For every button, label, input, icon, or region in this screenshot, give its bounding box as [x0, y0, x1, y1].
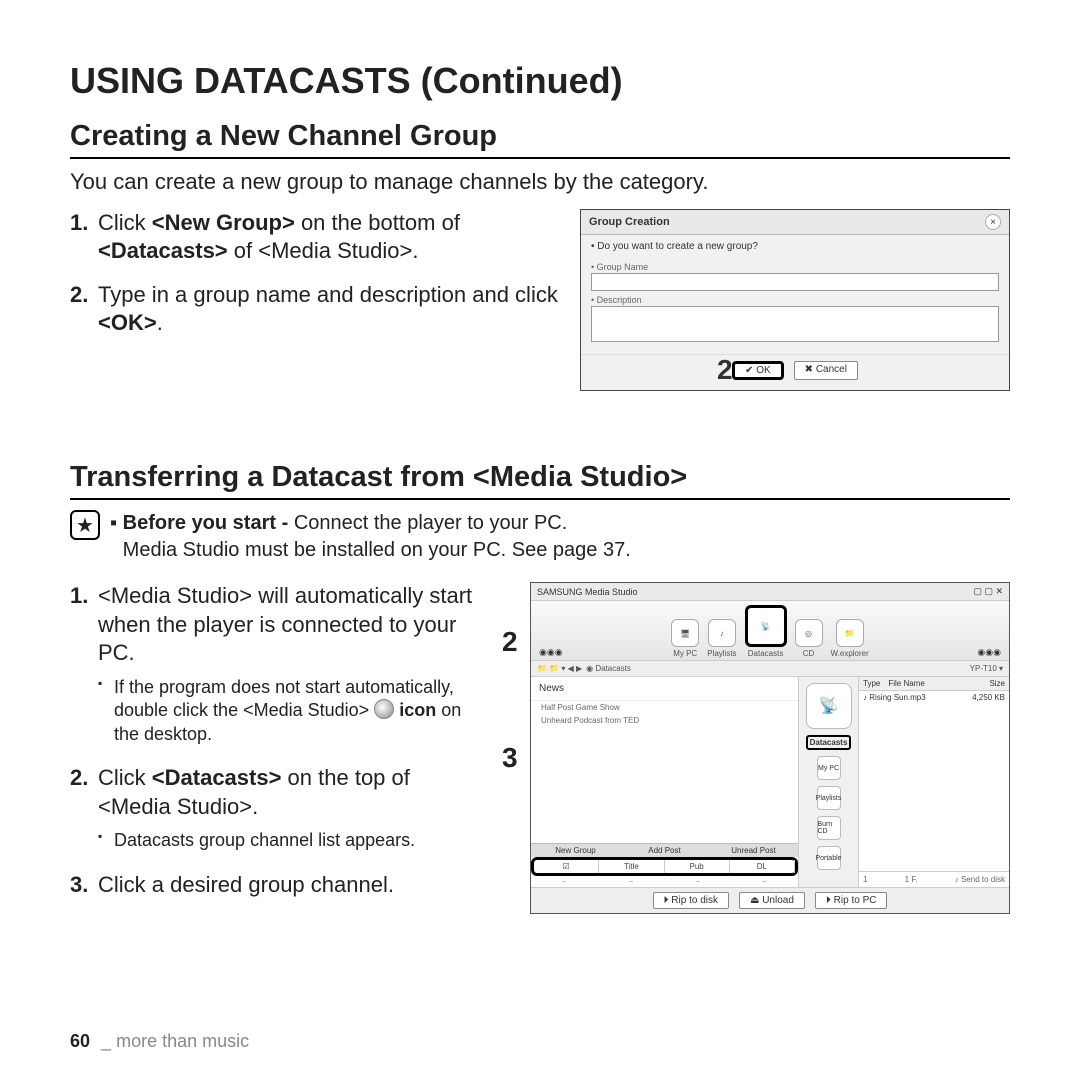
before-you-start-box: ★ ▪ Before you start - Connect the playe… [70, 510, 1010, 564]
s2s2b: <Datacasts> [152, 765, 282, 790]
col: Title [599, 860, 664, 873]
page-footer: 60 _ more than music [70, 1031, 249, 1052]
close-icon[interactable]: × [985, 214, 1001, 230]
rcell: ♪ [863, 693, 867, 702]
section2-heading: Transferring a Datacast from <Media Stud… [70, 461, 1010, 500]
dialog-title: Group Creation [589, 216, 670, 228]
section2-steps: <Media Studio> will automatically start … [70, 582, 482, 917]
bys-l2: Media Studio must be installed on your P… [123, 539, 631, 561]
section2-step1: <Media Studio> will automatically start … [70, 582, 482, 746]
window-controls[interactable]: ▢ ▢ ✕ [973, 586, 1003, 597]
footer-divider: _ [101, 1031, 111, 1051]
s1p1e: of <Media Studio>. [228, 238, 419, 263]
right-control-icon[interactable]: ◉◉◉ [977, 647, 1001, 658]
s1p1d: <Datacasts> [98, 238, 228, 263]
datacasts-sidebar-label: Datacasts [806, 735, 852, 750]
s1p2a: Type in a group name and description and… [98, 282, 558, 307]
media-studio-desktop-icon [374, 699, 394, 719]
col: ☑ [534, 860, 599, 873]
ok-button[interactable]: ✔ OK [732, 361, 784, 380]
label-group-name: • Group Name [591, 262, 999, 272]
player-control-icon[interactable]: ◉◉◉ [539, 647, 563, 658]
section1-step2: Type in a group name and description and… [70, 281, 560, 337]
tab-explorer-label: W.explorer [831, 649, 869, 658]
callout-2: 2 [717, 354, 733, 386]
sidebar-playlists[interactable]: Playlists [817, 786, 841, 810]
grid-tab[interactable]: Add Post [620, 844, 709, 857]
page-number: 60 [70, 1031, 90, 1051]
rb[interactable]: ♪ Send to disk [955, 875, 1005, 884]
s1p2b: <OK> [98, 310, 157, 335]
sidebar-burncd[interactable]: Burn CD [817, 816, 841, 840]
label-description: • Description [591, 295, 999, 305]
group-name-field[interactable] [591, 273, 999, 291]
tab-cd-label: CD [803, 649, 815, 658]
section1-intro: You can create a new group to manage cha… [70, 169, 1010, 195]
chapter-name: more than music [116, 1031, 249, 1051]
rcell: Rising Sun.mp3 [869, 693, 925, 702]
tab-explorer[interactable]: 📁W.explorer [831, 619, 869, 658]
rcell: 4,250 KB [972, 693, 1005, 702]
star-icon: ★ [70, 510, 100, 540]
section2-step2: Click <Datacasts> on the top of <Media S… [70, 764, 482, 853]
grid-header-row: ☑ Title Pub DL [531, 857, 798, 876]
s1p1c: on the bottom of [295, 210, 460, 235]
s2s2a: Click [98, 765, 152, 790]
footer-btn[interactable]: ⏵ Rip to PC [815, 892, 888, 909]
grid-tab[interactable]: Unread Post [709, 844, 798, 857]
tab-datacasts-label: Datacasts [748, 649, 784, 658]
rcol: File Name [884, 677, 985, 690]
s2s1b-b: icon [399, 700, 436, 720]
s1p1b: <New Group> [152, 210, 295, 235]
callout-ms-2: 2 [502, 626, 518, 658]
feed-item[interactable]: Unheard Podcast from TED [531, 714, 798, 727]
bys-bold: Before you start - [123, 512, 294, 534]
section1-heading: Creating a New Channel Group [70, 120, 1010, 159]
sidebar-portable[interactable]: Portable [817, 846, 841, 870]
file-row[interactable]: ♪ Rising Sun.mp3 4,250 KB [859, 691, 1009, 704]
ms-title: SAMSUNG Media Studio [537, 587, 638, 597]
cancel-button[interactable]: ✖ Cancel [794, 361, 858, 380]
section1-step1: Click <New Group> on the bottom of <Data… [70, 209, 560, 265]
section2-step1-bullet: If the program does not start automatica… [98, 676, 482, 746]
callout-ms-3: 3 [502, 742, 518, 774]
s1p1a: Click [98, 210, 152, 235]
grid-tab[interactable]: New Group [531, 844, 620, 857]
section2-step3: Click a desired group channel. [70, 871, 482, 900]
section1-steps: Click <New Group> on the bottom of <Data… [70, 209, 560, 391]
section2-step2-bullet: Datacasts group channel list appears. [98, 829, 482, 852]
tab-datacasts[interactable]: 📡Datacasts [745, 605, 787, 658]
rb: 1 F. [905, 875, 918, 884]
datacasts-big-icon: 📡 [806, 683, 852, 729]
tab-playlists-label: Playlists [707, 649, 736, 658]
footer-btn[interactable]: ⏵ Rip to disk [653, 892, 729, 909]
s1p2c: . [157, 310, 163, 335]
description-field[interactable] [591, 306, 999, 342]
rcol: Type [859, 677, 884, 690]
tab-mypc-label: My PC [673, 649, 697, 658]
page-title: USING DATACASTS (Continued) [70, 60, 1010, 102]
figure-group-creation: Group Creation × • Do you want to create… [580, 209, 1010, 391]
footer-btn[interactable]: ⏏ Unload [739, 892, 805, 909]
figure-media-studio: 2 3 SAMSUNG Media Studio ▢ ▢ ✕ ◉◉◉ 🖥My P… [502, 582, 1010, 917]
channel-group-news[interactable]: News [531, 677, 798, 701]
breadcrumb: ◉ Datacasts [586, 664, 631, 673]
col: Pub [665, 860, 730, 873]
sidebar-mypc[interactable]: My PC [817, 756, 841, 780]
rcol: Size [985, 677, 1009, 690]
media-studio-window: SAMSUNG Media Studio ▢ ▢ ✕ ◉◉◉ 🖥My PC ♪P… [530, 582, 1010, 914]
bys-l1: Connect the player to your PC. [294, 512, 567, 534]
feed-item[interactable]: Half Post Game Show [531, 701, 798, 714]
toolbar-icons[interactable]: 📁 📁 ▾ ◀ ▶ [537, 664, 582, 673]
s2s1: <Media Studio> will automatically start … [98, 583, 472, 665]
group-creation-dialog: Group Creation × • Do you want to create… [580, 209, 1010, 391]
tab-playlists[interactable]: ♪Playlists [707, 619, 736, 658]
rb: 1 [863, 875, 867, 884]
right-device-label[interactable]: YP-T10 ▾ [970, 664, 1003, 673]
tab-cd[interactable]: ◎CD [795, 619, 823, 658]
dialog-message: • Do you want to create a new group? [581, 235, 1009, 258]
tab-mypc[interactable]: 🖥My PC [671, 619, 699, 658]
col: DL [730, 860, 795, 873]
